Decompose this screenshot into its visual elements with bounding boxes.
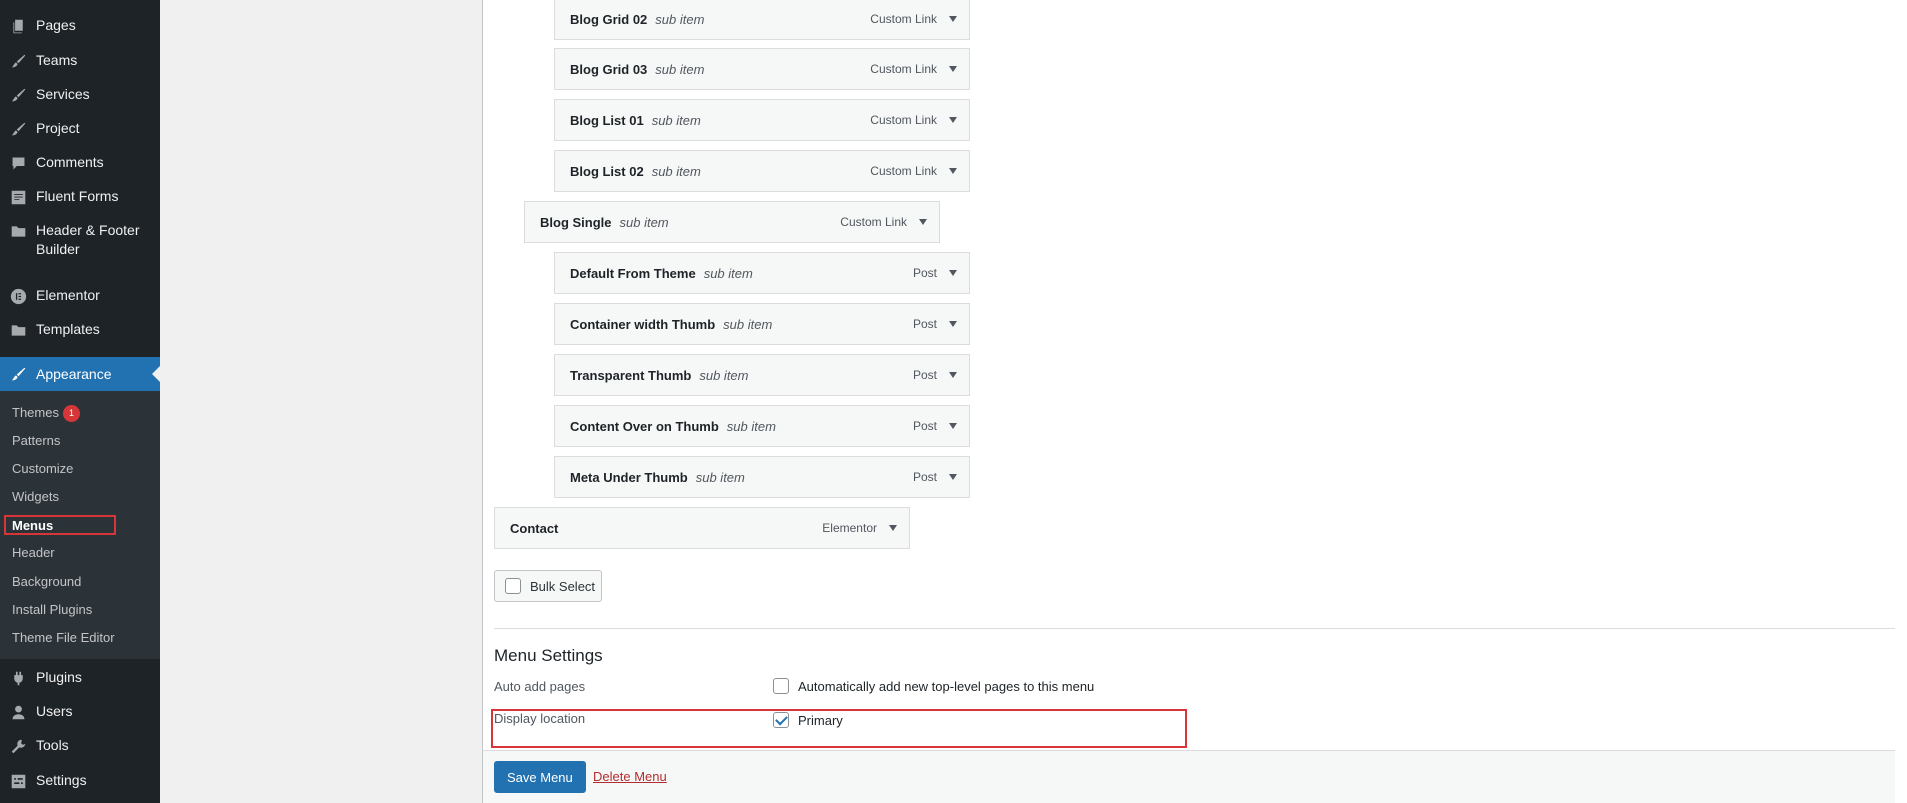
expand-arrow-icon[interactable]: [949, 16, 957, 22]
submenu-patterns[interactable]: Patterns: [12, 432, 60, 450]
right-edge: [1895, 0, 1907, 803]
expand-arrow-icon[interactable]: [949, 117, 957, 123]
pages-icon: [0, 16, 36, 35]
update-count-badge: 1: [62, 405, 80, 423]
expand-arrow-icon[interactable]: [949, 423, 957, 429]
auto-add-pages-option[interactable]: Automatically add new top-level pages to…: [773, 678, 1094, 694]
menu-item-default-from-theme[interactable]: Default From Theme sub item Post: [554, 252, 970, 294]
menu-item-transparent-thumb[interactable]: Transparent Thumb sub item Post: [554, 354, 970, 396]
menu-settings-title: Menu Settings: [494, 646, 603, 665]
expand-arrow-icon[interactable]: [949, 372, 957, 378]
sidebar-item-services[interactable]: Services: [0, 85, 160, 104]
menu-footer: Save Menu Delete Menu: [483, 750, 1907, 803]
menu-item-content-over-on-thumb[interactable]: Content Over on Thumb sub item Post: [554, 405, 970, 447]
sidebar-item-comments[interactable]: Comments: [0, 153, 160, 172]
submenu-theme-file-editor[interactable]: Theme File Editor: [12, 629, 115, 647]
admin-sidebar: Pages Teams Services Project Comments Fl…: [0, 0, 160, 803]
menu-item-blog-list-01[interactable]: Blog List 01 sub item Custom Link: [554, 99, 970, 141]
display-location-highlight-box: [491, 709, 1187, 748]
submenu-customize[interactable]: Customize: [12, 460, 73, 478]
section-divider: [494, 628, 1899, 629]
sidebar-item-project[interactable]: Project: [0, 119, 160, 138]
menu-editor-panel: Blog Grid 02 sub item Custom Link Blog G…: [482, 0, 1907, 803]
sidebar-item-users[interactable]: Users: [0, 702, 160, 721]
menu-item-blog-single[interactable]: Blog Single sub item Custom Link: [524, 201, 940, 243]
submenu-install-plugins[interactable]: Install Plugins: [12, 601, 92, 619]
auto-add-pages-checkbox[interactable]: [773, 678, 789, 694]
expand-arrow-icon[interactable]: [949, 270, 957, 276]
submenu-widgets[interactable]: Widgets: [12, 488, 59, 506]
menu-item-blog-list-02[interactable]: Blog List 02 sub item Custom Link: [554, 150, 970, 192]
submenu-background[interactable]: Background: [12, 573, 81, 591]
auto-add-pages-label: Auto add pages: [494, 679, 586, 694]
save-menu-button[interactable]: Save Menu: [494, 761, 586, 793]
sidebar-item-pages[interactable]: Pages: [0, 16, 160, 35]
folder-icon: [0, 320, 36, 339]
plugin-icon: [0, 668, 36, 687]
menu-item-blog-grid-03[interactable]: Blog Grid 03 sub item Custom Link: [554, 48, 970, 90]
brush-icon: [0, 85, 36, 104]
sidebar-item-teams[interactable]: Teams: [0, 51, 160, 70]
bulk-select-checkbox[interactable]: [505, 578, 521, 594]
sidebar-item-elementor[interactable]: Elementor: [0, 286, 160, 305]
submenu-themes[interactable]: Themes 1: [12, 404, 80, 423]
submenu-header[interactable]: Header: [12, 544, 55, 562]
menu-item-container-width-thumb[interactable]: Container width Thumb sub item Post: [554, 303, 970, 345]
expand-arrow-icon[interactable]: [919, 219, 927, 225]
expand-arrow-icon[interactable]: [949, 321, 957, 327]
sidebar-item-plugins[interactable]: Plugins: [0, 668, 160, 687]
form-icon: [0, 187, 36, 206]
settings-icon: [0, 771, 36, 790]
menus-highlight-box: [4, 515, 116, 535]
user-icon: [0, 702, 36, 721]
expand-arrow-icon[interactable]: [949, 168, 957, 174]
sidebar-item-templates[interactable]: Templates: [0, 320, 160, 339]
sidebar-item-appearance[interactable]: Appearance: [0, 357, 160, 391]
menu-item-meta-under-thumb[interactable]: Meta Under Thumb sub item Post: [554, 456, 970, 498]
expand-arrow-icon[interactable]: [949, 474, 957, 480]
sidebar-item-fluent-forms[interactable]: Fluent Forms: [0, 187, 160, 206]
elementor-icon: [0, 286, 36, 305]
sidebar-item-tools[interactable]: Tools: [0, 736, 160, 755]
sidebar-item-settings[interactable]: Settings: [0, 771, 160, 790]
sidebar-item-header-footer-builder[interactable]: Header & Footer Builder: [0, 221, 160, 259]
wrench-icon: [0, 736, 36, 755]
brush-icon: [0, 119, 36, 138]
folder-icon: [0, 221, 36, 240]
expand-arrow-icon[interactable]: [889, 525, 897, 531]
menu-item-blog-grid-02[interactable]: Blog Grid 02 sub item Custom Link: [554, 0, 970, 40]
brush-icon: [0, 51, 36, 70]
menu-item-contact[interactable]: Contact Elementor: [494, 507, 910, 549]
delete-menu-link[interactable]: Delete Menu: [593, 769, 667, 784]
comment-icon: [0, 153, 36, 172]
bulk-select-button[interactable]: Bulk Select: [494, 570, 602, 602]
expand-arrow-icon[interactable]: [949, 66, 957, 72]
appearance-brush-icon: [0, 366, 36, 383]
